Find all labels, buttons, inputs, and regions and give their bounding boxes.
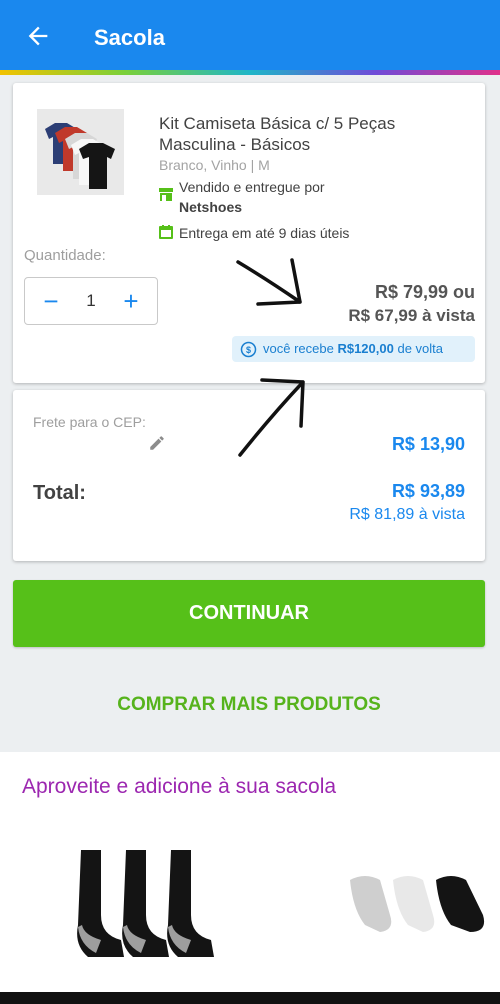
annotation-arrow-down <box>236 258 302 306</box>
annotation-arrow-up <box>238 378 305 457</box>
annotation-arrows <box>236 258 305 457</box>
